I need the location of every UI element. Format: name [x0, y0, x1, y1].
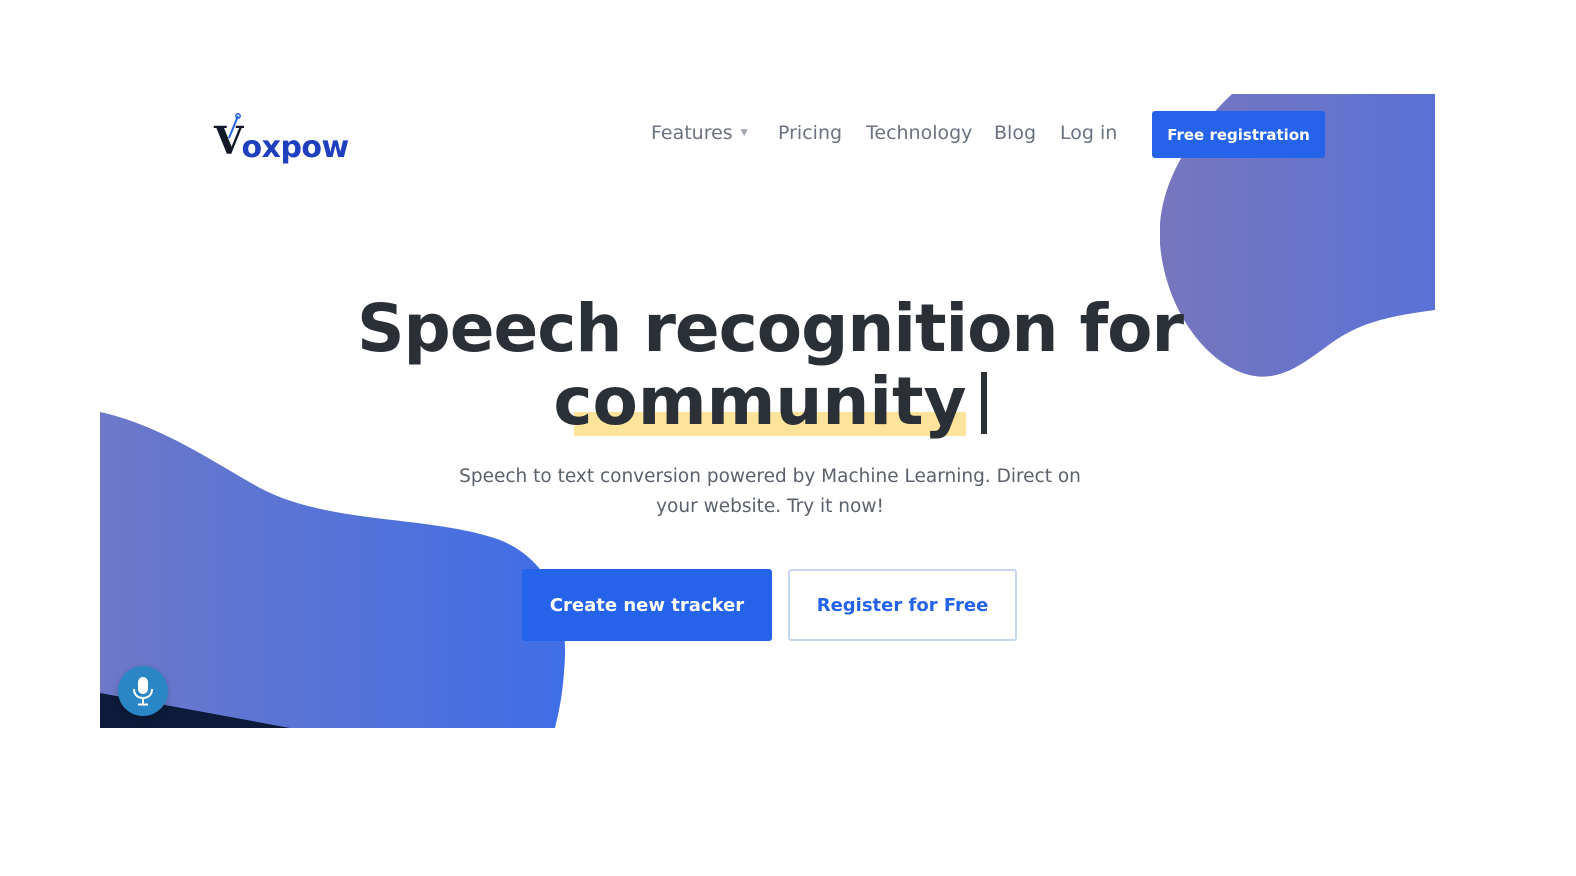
- text-cursor: [980, 372, 987, 434]
- microphone-icon: [133, 677, 153, 706]
- nav-item-login[interactable]: Log in: [1060, 122, 1117, 144]
- caret-down-icon: ▼: [740, 128, 748, 138]
- free-registration-button[interactable]: Free registration: [1152, 111, 1325, 158]
- logo-pen-icon: [228, 113, 241, 139]
- nav-item-blog[interactable]: Blog: [994, 122, 1036, 144]
- nav-item-technology[interactable]: Technology: [866, 122, 972, 144]
- landing-page: V oxpow Features ▼ Pricing Technology Bl…: [0, 0, 1576, 876]
- hero-headline: Speech recognition for: [356, 290, 1184, 367]
- hero-headline-typed: community: [0, 366, 1540, 438]
- typed-word: community: [553, 363, 967, 440]
- brand-logo[interactable]: V oxpow: [214, 110, 349, 165]
- register-for-free-button[interactable]: Register for Free: [788, 569, 1017, 641]
- nav-item-label: Features: [651, 122, 733, 144]
- nav-item-label: Log in: [1060, 122, 1118, 144]
- decorative-blob-bottom-left: [100, 412, 566, 728]
- nav-item-pricing[interactable]: Pricing: [778, 122, 842, 144]
- create-new-tracker-button[interactable]: Create new tracker: [522, 569, 772, 641]
- nav-item-label: Pricing: [778, 122, 843, 144]
- nav-item-label: Blog: [994, 122, 1036, 144]
- hero-subtitle: Speech to text conversion powered by Mac…: [459, 466, 1081, 517]
- logo-wordmark: oxpow: [241, 130, 349, 165]
- nav-item-label: Technology: [866, 122, 973, 144]
- nav-item-features[interactable]: Features ▼: [651, 122, 748, 144]
- microphone-button[interactable]: [118, 666, 168, 716]
